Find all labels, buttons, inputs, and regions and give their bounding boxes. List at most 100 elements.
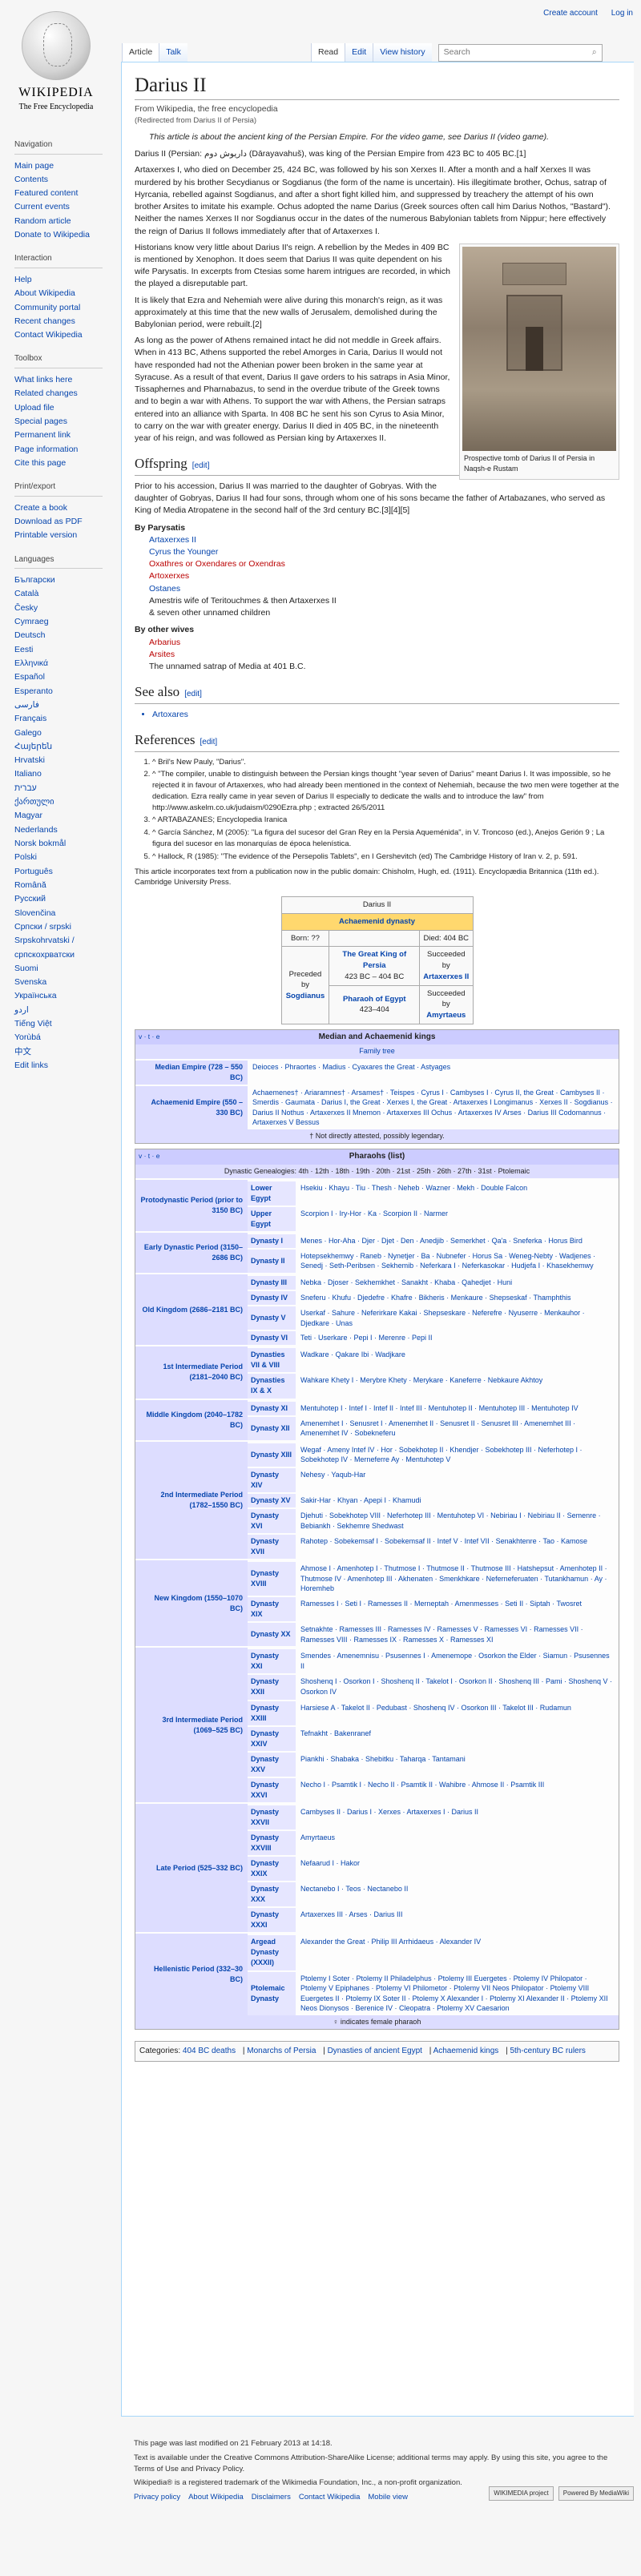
sidebar-item[interactable]: Create a book bbox=[14, 501, 120, 515]
navbox-subgroup[interactable]: Upper Egypt bbox=[248, 1206, 296, 1231]
navbox-subgroup[interactable]: Dynasties VII & VIII bbox=[248, 1348, 296, 1373]
vte-links[interactable]: v · t · e bbox=[139, 1151, 159, 1161]
navbox-list[interactable]: Hotepsekhemwy · Raneb · Nynetjer · Ba · … bbox=[296, 1250, 619, 1273]
sidebar-item[interactable]: Deutsch bbox=[14, 629, 120, 642]
sidebar-item[interactable]: Français bbox=[14, 712, 120, 726]
sidebar-item[interactable]: Related changes bbox=[14, 387, 120, 400]
navbox-list[interactable]: Menes · Hor-Aha · Djer · Djet · Den · An… bbox=[296, 1234, 619, 1248]
sidebar-item[interactable]: Download as PDF bbox=[14, 515, 120, 529]
navbox-list[interactable]: Scorpion I · Iry-Hor · Ka · Scorpion II … bbox=[296, 1207, 619, 1231]
navbox-list[interactable]: Sneferu · Khufu · Djedefre · Khafre · Bi… bbox=[296, 1291, 619, 1305]
sidebar-item[interactable]: Magyar bbox=[14, 809, 120, 823]
footer-link[interactable]: Contact Wikipedia bbox=[299, 2493, 361, 2502]
sidebar-item[interactable]: Current events bbox=[14, 200, 120, 214]
sidebar-item[interactable]: Português bbox=[14, 865, 120, 879]
navbox-subgroup[interactable]: Dynasty XVIII bbox=[248, 1562, 296, 1596]
navbox-subgroup[interactable]: Lower Egypt bbox=[248, 1181, 296, 1205]
sidebar-item[interactable]: Tiếng Việt bbox=[14, 1017, 120, 1031]
navbox-list[interactable]: Wahkare Khety I · Merybre Khety · Meryka… bbox=[296, 1374, 619, 1398]
sidebar-item[interactable]: Polski bbox=[14, 851, 120, 864]
sidebar-item[interactable]: Català bbox=[14, 587, 120, 601]
navbox-group[interactable]: 1st Intermediate Period (2181–2040 BC) bbox=[135, 1346, 248, 1399]
sidebar-item[interactable]: Yorùbá bbox=[14, 1031, 120, 1044]
sidebar-item[interactable]: Српски / srpski bbox=[14, 920, 120, 934]
category-link[interactable]: Dynasties of ancient Egypt bbox=[328, 2047, 422, 2055]
navbox-subtitle[interactable]: Family tree bbox=[135, 1044, 619, 1059]
navbox-subgroup[interactable]: Dynasty III bbox=[248, 1276, 296, 1290]
sidebar-item[interactable]: Svenska bbox=[14, 976, 120, 989]
navbox-title-text[interactable]: Pharaohs (list) bbox=[349, 1152, 405, 1161]
sidebar-item[interactable]: Random article bbox=[14, 215, 120, 228]
navbox-list[interactable]: Necho I · Psamtik I · Necho II · Psamtik… bbox=[296, 1778, 619, 1802]
navbox-subgroup[interactable]: Dynasty XXIV bbox=[248, 1726, 296, 1751]
tab-article[interactable]: Article bbox=[122, 43, 159, 62]
sidebar-item[interactable]: Recent changes bbox=[14, 315, 120, 328]
sidebar-item[interactable]: Հայերեն bbox=[14, 740, 120, 754]
navbox-subgroup[interactable]: Dynasty XXVIII bbox=[248, 1830, 296, 1856]
navbox-list[interactable]: Artaxerxes III · Arses · Darius III bbox=[296, 1908, 619, 1932]
navbox-subgroup[interactable]: Ptolemaic Dynasty bbox=[248, 1971, 296, 2015]
sidebar-item[interactable]: Slovenčina bbox=[14, 907, 120, 920]
navbox-subgroup[interactable]: Dynasty V bbox=[248, 1306, 296, 1330]
navbox-subgroup[interactable]: Argead Dynasty (XXXII) bbox=[248, 1935, 296, 1970]
navbox-list[interactable]: Nectanebo I · Teos · Nectanebo II bbox=[296, 1882, 619, 1906]
navbox-list[interactable]: Wadkare · Qakare Ibi · Wadjkare bbox=[296, 1348, 619, 1372]
navbox-subgroup[interactable]: Dynasty XIV bbox=[248, 1467, 296, 1493]
tomb-image[interactable] bbox=[462, 246, 616, 451]
succeeded-by-link[interactable]: Artaxerxes II bbox=[423, 972, 469, 981]
navbox-subgroup[interactable]: Dynasty II bbox=[248, 1249, 296, 1273]
navbox-subgroup[interactable]: Dynasty XXI bbox=[248, 1649, 296, 1674]
navbox-subgroup[interactable]: Dynasty IV bbox=[248, 1291, 296, 1306]
sidebar-item[interactable]: Contact Wikipedia bbox=[14, 328, 120, 342]
navbox-subgroup[interactable]: Dynasty VI bbox=[248, 1331, 296, 1346]
child-item[interactable]: Arsites bbox=[149, 649, 619, 661]
sidebar-item[interactable]: What links here bbox=[14, 373, 120, 387]
mediawiki-badge[interactable]: Powered By MediaWiki bbox=[558, 2486, 634, 2501]
navbox-list[interactable]: Harsiese A · Takelot II · Pedubast · Sho… bbox=[296, 1701, 619, 1725]
sidebar-item[interactable]: Edit links bbox=[14, 1059, 120, 1073]
navbox-list[interactable]: Piankhi · Shabaka · Shebitku · Taharqa ·… bbox=[296, 1753, 619, 1777]
sidebar-item[interactable]: About Wikipedia bbox=[14, 287, 120, 300]
navbox-subgroup[interactable]: Dynasty XXIII bbox=[248, 1701, 296, 1725]
navbox-list[interactable]: Djehuti · Sobekhotep VIII · Neferhotep I… bbox=[296, 1509, 619, 1533]
sidebar-item[interactable]: Русский bbox=[14, 892, 120, 906]
sidebar-item[interactable]: Main page bbox=[14, 159, 120, 173]
sidebar-item[interactable]: Esperanto bbox=[14, 685, 120, 698]
edit-section-link[interactable]: [edit] bbox=[200, 738, 218, 747]
navbox-subgroup[interactable]: Dynasty XX bbox=[248, 1623, 296, 1647]
navbox-group[interactable]: Hellenistic Period (332–30 BC) bbox=[135, 1934, 248, 2015]
category-link[interactable]: Achaemenid kings bbox=[433, 2047, 499, 2055]
child-item[interactable]: Amestris wife of Teritouchmes & then Art… bbox=[149, 595, 619, 607]
navbox-group[interactable]: Old Kingdom (2686–2181 BC) bbox=[135, 1274, 248, 1346]
category-link[interactable]: 404 BC deaths bbox=[183, 2047, 236, 2055]
sidebar-item[interactable]: Featured content bbox=[14, 187, 120, 200]
child-item[interactable]: Arbarius bbox=[149, 637, 619, 649]
sidebar-item[interactable]: Cymraeg bbox=[14, 615, 120, 629]
child-item[interactable]: Artoxerxes bbox=[149, 570, 619, 582]
sidebar-item[interactable]: עברית bbox=[14, 782, 120, 795]
navbox-subgroup[interactable]: Dynasty XVII bbox=[248, 1535, 296, 1560]
succession-dynasty[interactable]: Achaemenid dynasty bbox=[280, 912, 474, 931]
succeeded-by-link[interactable]: Amyrtaeus bbox=[426, 1011, 466, 1020]
wikipedia-logo[interactable]: WIKIPEDIA The Free Encyclopedia bbox=[8, 11, 104, 115]
navbox-list[interactable]: Rahotep · Sobekemsaf I · Sobekemsaf II ·… bbox=[296, 1535, 619, 1559]
footer-link[interactable]: About Wikipedia bbox=[188, 2493, 244, 2502]
child-item[interactable]: Ostanes bbox=[149, 583, 619, 595]
sidebar-item[interactable]: Română bbox=[14, 879, 120, 892]
navbox-list[interactable]: Ptolemy I Soter · Ptolemy II Philadelphu… bbox=[296, 1972, 619, 2015]
search-input[interactable]: Search ⌕ bbox=[437, 43, 603, 62]
sidebar-item[interactable]: Nederlands bbox=[14, 823, 120, 837]
title-pharaoh[interactable]: Pharaoh of Egypt bbox=[343, 995, 406, 1004]
edit-section-link[interactable]: [edit] bbox=[192, 461, 210, 470]
sidebar-item[interactable]: Permanent link bbox=[14, 429, 120, 442]
sidebar-item[interactable]: Upload file bbox=[14, 401, 120, 415]
navbox-subgroup[interactable]: Dynasty XXVI bbox=[248, 1777, 296, 1802]
child-item[interactable]: Artaxerxes II bbox=[149, 534, 619, 546]
sidebar-item[interactable]: Contents bbox=[14, 173, 120, 187]
sidebar-item[interactable]: Cite this page bbox=[14, 457, 120, 470]
navbox-list[interactable]: Ramesses I · Seti I · Ramesses II · Mern… bbox=[296, 1597, 619, 1621]
navbox-list[interactable]: Userkaf · Sahure · Neferirkare Kakai · S… bbox=[296, 1306, 619, 1330]
navbox-list[interactable]: Nehesy · Yaqub-Har bbox=[296, 1468, 619, 1492]
navbox-list[interactable]: Teti · Userkare · Pepi I · Merenre · Pep… bbox=[296, 1331, 619, 1345]
navbox-list[interactable]: Cambyses II · Darius I · Xerxes · Artaxe… bbox=[296, 1805, 619, 1829]
